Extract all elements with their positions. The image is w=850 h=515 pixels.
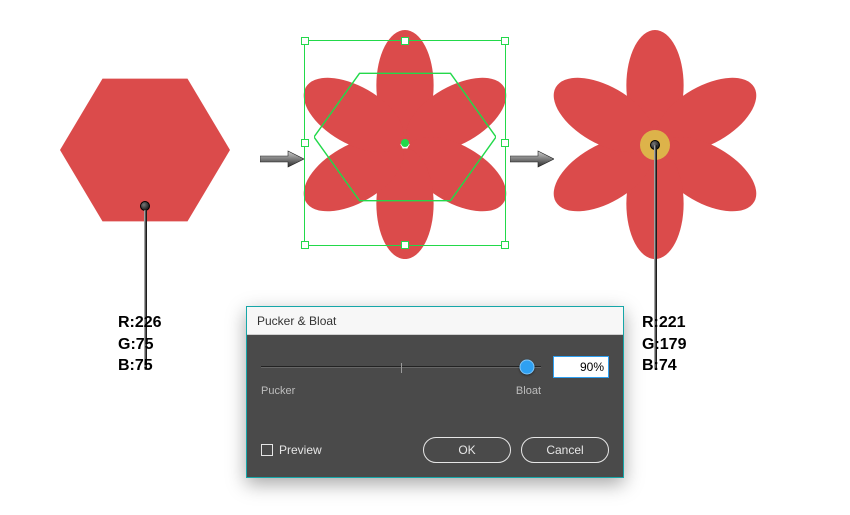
rgb-readout-left: R:226 G:75 B:75 [118, 312, 162, 377]
ok-button[interactable]: OK [423, 437, 511, 463]
selection-handle[interactable] [501, 241, 509, 249]
slider-thumb[interactable] [520, 360, 535, 375]
dialog-body: Pucker Bloat Preview OK Cancel [247, 335, 623, 477]
rgb-b: B:75 [118, 355, 162, 377]
hexagon-shape [60, 65, 230, 235]
rgb-b: B:74 [642, 355, 686, 377]
rgb-readout-right: R:221 G:179 B:74 [642, 312, 686, 377]
selection-handle[interactable] [301, 139, 309, 147]
selection-handle[interactable] [301, 37, 309, 45]
selection-bounds[interactable] [304, 40, 506, 246]
checkbox-icon[interactable] [261, 444, 273, 456]
arrow-icon [510, 149, 554, 169]
rgb-g: G:75 [118, 334, 162, 356]
pucker-bloat-dialog[interactable]: Pucker & Bloat Pucker Bloat Preview OK C… [246, 306, 624, 478]
amount-input[interactable] [553, 356, 609, 378]
selection-handle[interactable] [401, 241, 409, 249]
slider-track[interactable] [261, 366, 541, 368]
selection-handle[interactable] [501, 139, 509, 147]
slider-tick [401, 363, 402, 373]
amount-row [261, 353, 609, 381]
flower-selected[interactable] [300, 30, 510, 260]
preview-label-text: Preview [279, 443, 322, 457]
rgb-r: R:221 [642, 312, 686, 334]
arrow-icon [260, 149, 304, 169]
cancel-button[interactable]: Cancel [521, 437, 609, 463]
dialog-footer: Preview OK Cancel [261, 437, 609, 463]
dialog-title[interactable]: Pucker & Bloat [247, 307, 623, 335]
rgb-r: R:226 [118, 312, 162, 334]
rgb-g: G:179 [642, 334, 686, 356]
flower-result [550, 30, 760, 260]
pucker-label: Pucker [261, 385, 295, 397]
slider-labels: Pucker Bloat [261, 385, 609, 397]
bloat-label: Bloat [516, 385, 541, 397]
selection-handle[interactable] [401, 37, 409, 45]
canvas [0, 25, 850, 275]
selection-handle[interactable] [301, 241, 309, 249]
selection-handle[interactable] [501, 37, 509, 45]
preview-toggle[interactable]: Preview [261, 443, 322, 457]
selection-center[interactable] [401, 139, 409, 147]
